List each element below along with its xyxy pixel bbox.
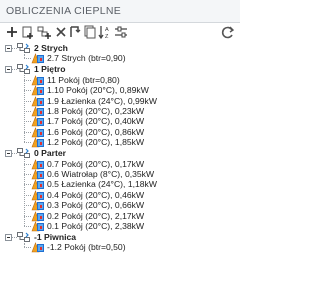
room-icon [31,85,45,96]
refresh-icon[interactable] [220,24,236,40]
room-icon [31,189,45,201]
group-label[interactable]: 0 Parter [34,148,66,158]
room-label[interactable]: 1.9 Łazienka (24°C), 0,99kW [47,96,157,106]
room-icon [31,179,45,190]
collapse-toggle[interactable] [5,66,12,74]
tree-connector [24,79,31,81]
tree-connector [24,184,31,186]
room-label[interactable]: 11 Pokój (btr=0,80) [47,75,120,85]
tree-connector [24,111,31,112]
tree-connector [24,194,31,196]
room-label[interactable]: 1.6 Pokój (20°C), 0,86kW [47,127,144,137]
tree-connector [24,75,25,143]
tree-connector [24,100,31,102]
toolbar: AZ [0,23,240,41]
group-icon [17,64,31,75]
room-icon [31,126,45,138]
panel-header: OBLICZENIA CIEPLNE [0,0,240,23]
room-label[interactable]: 0.2 Pokój (20°C), 2,17kW [47,211,144,221]
room-tree: 2 Strych 2.7 Strych (btr=0,90) 1 Piętro 11 … [0,42,240,300]
group-icon [17,43,31,54]
room-label[interactable]: 1.8 Pokój (20°C), 0,23kW [47,106,144,116]
sort-icon[interactable]: AZ [97,24,113,40]
tree-connector [24,131,31,133]
room-label[interactable]: 0.4 Pokój (20°C), 0,46kW [47,190,144,200]
tree-connector [24,163,31,165]
room-icon [31,53,45,64]
group-icon [17,148,31,159]
room-label[interactable]: 2.7 Strych (btr=0,90) [47,53,126,63]
room-icon [31,210,45,222]
room-label[interactable]: 1.2 Pokój (20°C), 1,85kW [47,137,144,147]
tree-connector [24,174,31,175]
tree-connector [24,54,25,59]
room-label[interactable]: 1.10 Pokój (20°C), 0,89kW [47,85,149,95]
cut-icon[interactable] [67,24,83,40]
panel-title: OBLICZENIA CIEPLNE [6,5,122,17]
room-icon [31,242,45,253]
tree-connector [24,90,31,92]
tree-connector [24,215,31,217]
tree-connector [24,205,31,207]
add-room-icon[interactable] [20,24,36,40]
room-icon [31,158,45,170]
settings-icon[interactable] [113,24,129,40]
svg-text:Z: Z [105,34,109,40]
tree-connector [24,247,31,249]
group-label[interactable]: -1 Piwnica [34,232,76,242]
room-icon [31,221,45,232]
group-label[interactable]: 1 Piętro [34,64,66,74]
svg-text:A: A [105,27,109,33]
room-icon [31,200,45,211]
room-icon [31,116,45,127]
room-label[interactable]: 1.7 Pokój (20°C), 0,40kW [47,116,144,126]
room-label[interactable]: 0.6 Wiatrołap (8°C), 0,35kW [47,169,154,179]
room-label[interactable]: 0.3 Pokój (20°C), 0,66kW [47,200,144,210]
tree-connector [24,243,25,248]
tree-connector [24,226,31,227]
copy-icon[interactable] [82,24,98,40]
add-group-icon[interactable] [36,24,52,40]
collapse-toggle[interactable] [5,234,12,241]
room-icon [31,74,45,86]
room-label[interactable]: 0.5 Łazienka (24°C), 1,18kW [47,179,157,189]
room-label[interactable]: -1.2 Pokój (btr=0,50) [47,242,126,252]
add-icon[interactable] [4,24,20,40]
tree-connector [24,142,31,144]
tree-connector [24,58,31,60]
tree-connector [24,121,31,123]
room-icon [31,106,45,117]
group-label[interactable]: 2 Strych [34,43,68,53]
tree-connector [24,159,25,226]
room-label[interactable]: 0.7 Pokój (20°C), 0,17kW [47,159,144,169]
room-icon [31,95,45,107]
room-icon [31,169,45,180]
collapse-toggle[interactable] [5,150,12,158]
room-label[interactable]: 0.1 Pokój (20°C), 2,38kW [47,221,144,231]
collapse-toggle[interactable] [5,45,12,52]
room-icon [31,137,45,148]
group-icon [17,232,31,243]
